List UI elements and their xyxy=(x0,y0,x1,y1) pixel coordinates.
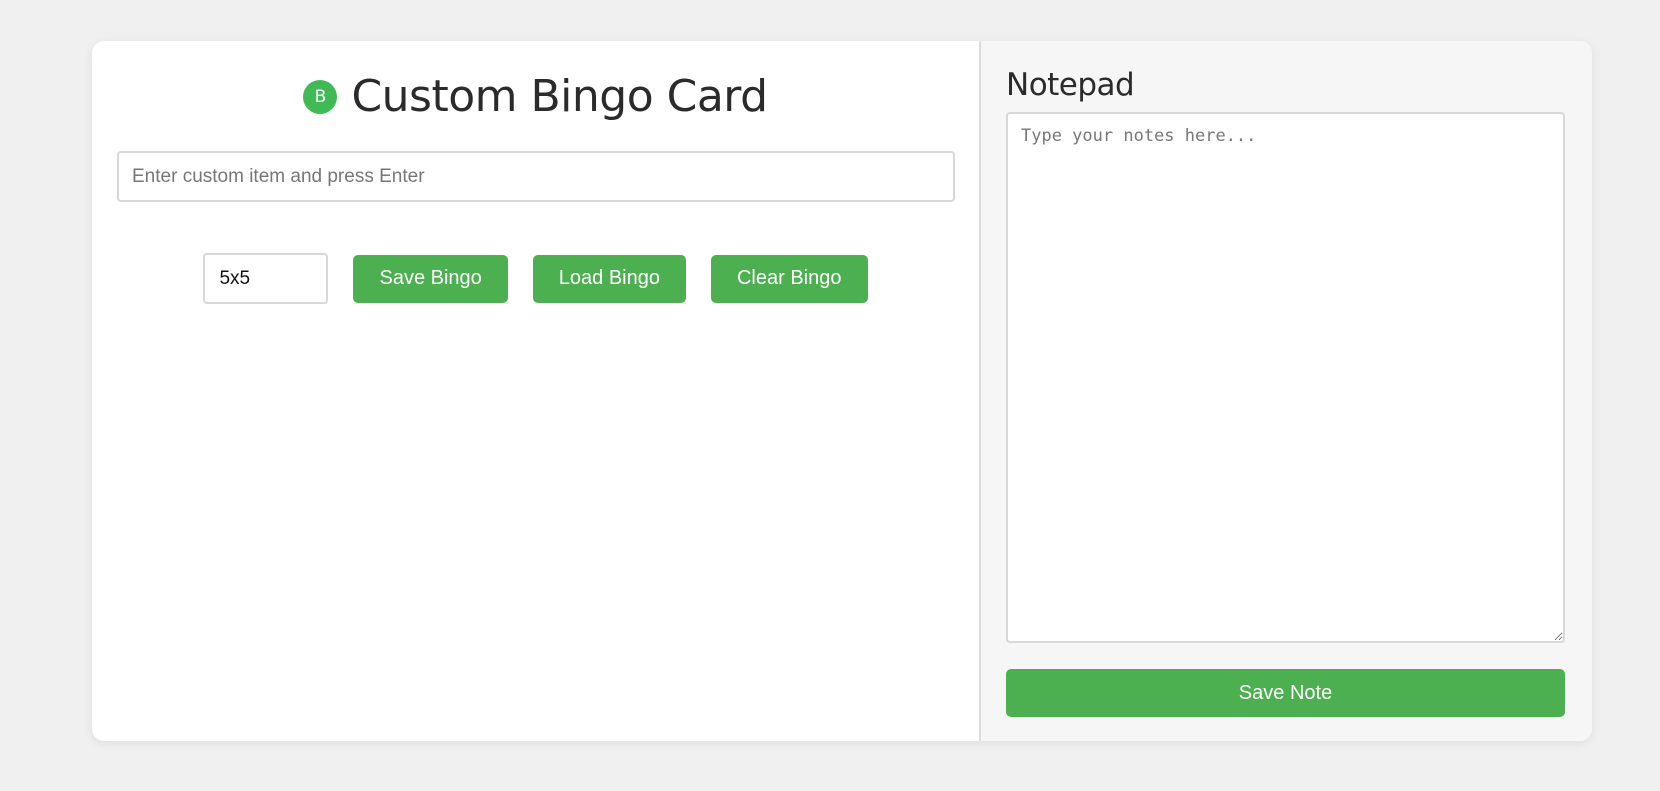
notes-textarea[interactable] xyxy=(1006,112,1565,643)
save-bingo-button[interactable]: Save Bingo xyxy=(353,254,508,303)
custom-item-input[interactable] xyxy=(117,151,955,202)
save-note-button[interactable]: Save Note xyxy=(1006,669,1565,717)
app-container: B Custom Bingo Card 5x5 Save Bingo Load … xyxy=(92,41,1592,741)
page-title: Custom Bingo Card xyxy=(351,71,768,122)
grid-size-value: 5x5 xyxy=(219,267,251,289)
grid-size-select[interactable]: 5x5 xyxy=(203,253,329,304)
notepad-panel: Notepad Save Note xyxy=(981,41,1592,741)
clear-bingo-button[interactable]: Clear Bingo xyxy=(710,254,868,303)
notepad-title: Notepad xyxy=(1006,67,1135,103)
load-bingo-button[interactable]: Load Bingo xyxy=(532,254,686,303)
bingo-panel: B Custom Bingo Card 5x5 Save Bingo Load … xyxy=(92,41,981,741)
logo-letter: B xyxy=(314,86,327,107)
bingo-controls: 5x5 Save Bingo Load Bingo Clear Bingo xyxy=(92,253,979,304)
bingo-logo-icon: B xyxy=(303,79,338,114)
header: B Custom Bingo Card xyxy=(92,71,979,122)
